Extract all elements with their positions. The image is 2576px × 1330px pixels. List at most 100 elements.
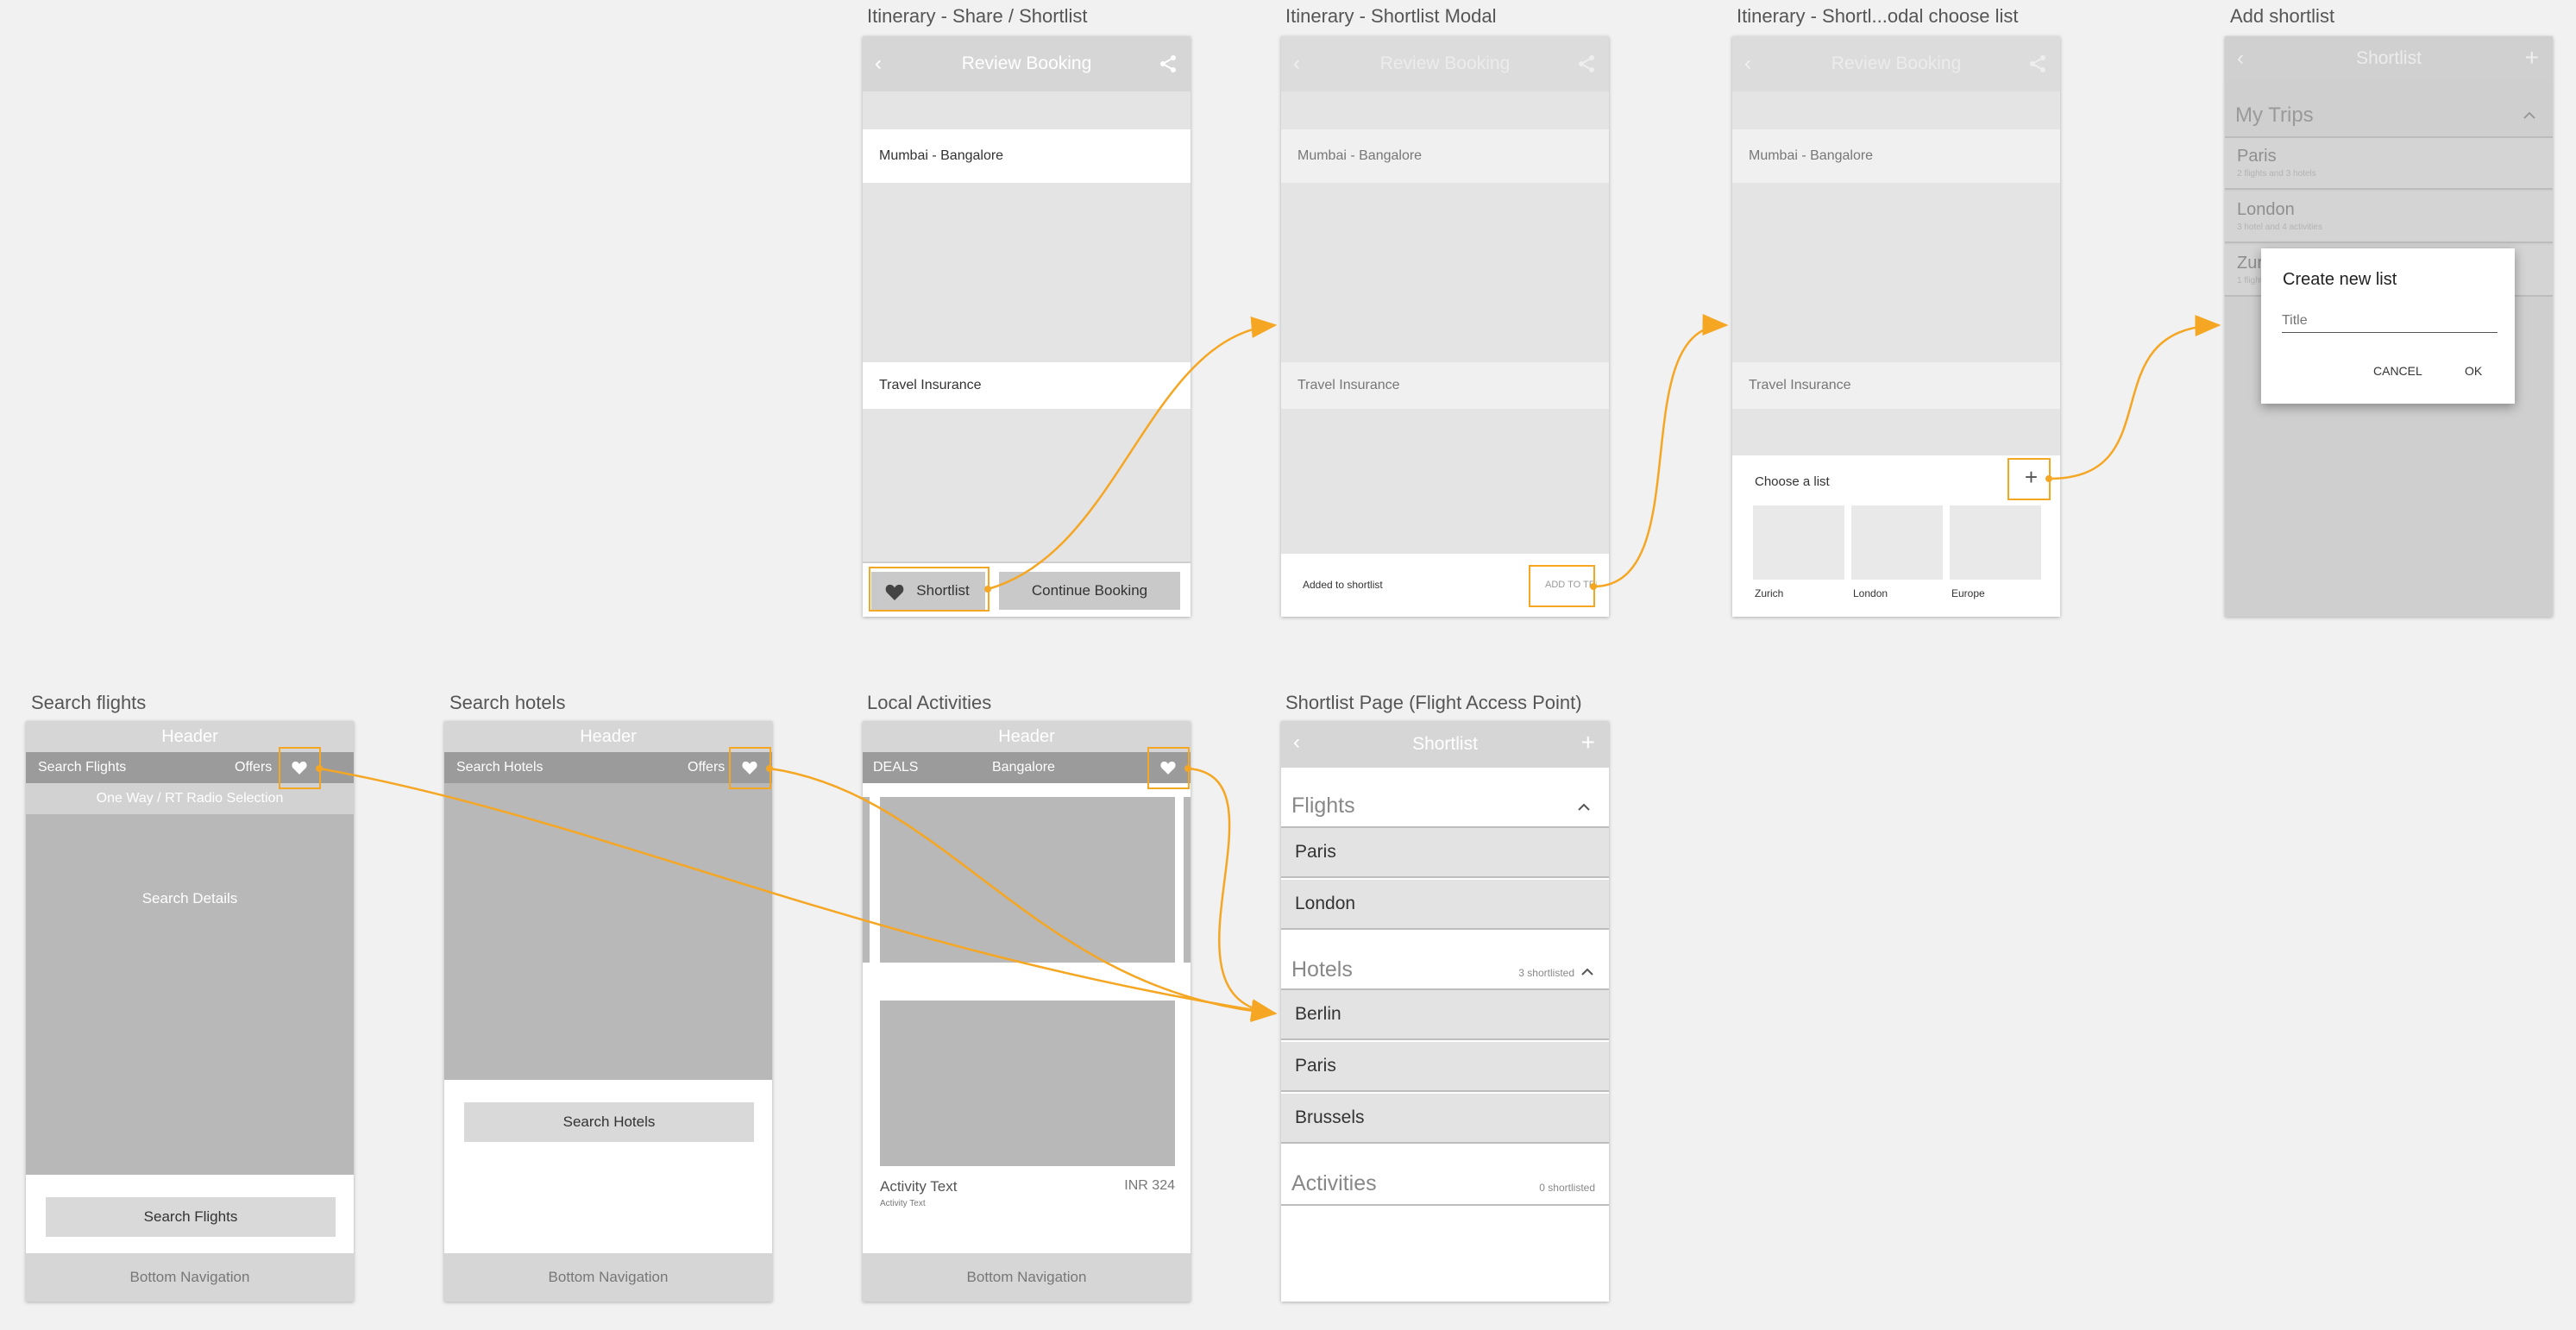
header: Header — [863, 721, 1191, 752]
section-title-flights: Flights — [1291, 794, 1355, 818]
list-item-label: Berlin — [1295, 1004, 1341, 1024]
list-item-label: Paris — [1295, 842, 1336, 862]
bottom-navigation[interactable]: Bottom Navigation — [444, 1253, 772, 1302]
highlight-add-to-trip — [1529, 565, 1595, 607]
cancel-button[interactable]: CANCEL — [2373, 364, 2422, 378]
frame-title-choose: Itinerary - Shortl...odal choose list — [1737, 5, 2019, 27]
search-hotels-button[interactable]: Search Hotels — [464, 1102, 754, 1142]
insurance-row: Travel Insurance — [863, 362, 1191, 409]
tab-deals[interactable]: DEALS — [873, 752, 918, 783]
tab-search-flights[interactable]: Search Flights — [38, 752, 126, 783]
app-bar-title: Review Booking — [961, 53, 1092, 73]
hotels-count: 3 shortlisted — [1518, 967, 1574, 979]
app-bar: ‹ Shortlist + — [1281, 721, 1609, 768]
share-icon[interactable] — [1576, 53, 1597, 74]
activity-subtitle: Activity Text — [880, 1199, 926, 1208]
list-item-label: Brussels — [1295, 1107, 1365, 1127]
choose-list-title: Choose a list — [1755, 474, 1830, 489]
activities-count: 0 shortlisted — [1539, 1182, 1595, 1194]
header: Header — [444, 721, 772, 752]
insurance-label: Travel Insurance — [1749, 378, 1851, 392]
connector-plus-to-add — [2048, 315, 2221, 480]
tab-search-hotels[interactable]: Search Hotels — [456, 752, 543, 783]
carousel-prev-card — [863, 797, 870, 963]
insurance-row: Travel Insurance — [1732, 362, 2060, 409]
highlight-heart-activities — [1147, 747, 1190, 789]
bottom-navigation[interactable]: Bottom Navigation — [26, 1253, 354, 1302]
screen-shortlist-page: ‹ Shortlist + Flights Paris London Hotel… — [1281, 721, 1609, 1302]
screen-local-activities: Header DEALS Bangalore Activity Text Act… — [863, 721, 1191, 1302]
tab-offers[interactable]: Offers — [688, 752, 725, 783]
list-thumb-london[interactable] — [1851, 505, 1943, 580]
section-title-activities: Activities — [1291, 1171, 1377, 1195]
list-thumb-zurich[interactable] — [1753, 505, 1844, 580]
chevron-up-icon[interactable] — [2523, 110, 2535, 119]
app-bar: ‹ Shortlist + — [2225, 36, 2553, 81]
activity-price: INR 324 — [1124, 1178, 1175, 1193]
tab-offers[interactable]: Offers — [235, 752, 272, 783]
app-bar: ‹ Review Booking — [863, 36, 1191, 91]
tab-bar: Search Hotels Offers — [444, 752, 772, 783]
list-item[interactable]: Paris — [1281, 828, 1609, 878]
app-bar-title: Review Booking — [1831, 53, 1962, 73]
bottom-navigation[interactable]: Bottom Navigation — [863, 1253, 1191, 1302]
app-bar-title: Shortlist — [2356, 48, 2422, 68]
carousel-next-card — [1184, 797, 1191, 963]
share-icon[interactable] — [1158, 53, 1178, 74]
screen-shortlist-modal: ‹ Review Booking Mumbai - Bangalore Trav… — [1281, 36, 1609, 617]
highlight-shortlist-button — [869, 567, 990, 612]
section-title-my-trips: My Trips — [2235, 104, 2314, 127]
search-flights-button[interactable]: Search Flights — [46, 1197, 336, 1237]
trip-item[interactable]: London 3 hotel and 4 activities — [2225, 191, 2553, 243]
frame-title-share: Itinerary - Share / Shortlist — [867, 5, 1088, 27]
chevron-up-icon[interactable] — [1578, 802, 1590, 811]
route-row: Mumbai - Bangalore — [863, 129, 1191, 183]
list-label: London — [1853, 587, 1888, 599]
continue-booking-button[interactable]: Continue Booking — [999, 572, 1180, 610]
ok-button[interactable]: OK — [2465, 364, 2482, 378]
list-item[interactable]: Paris — [1281, 1042, 1609, 1092]
snackbar-text: Added to shortlist — [1303, 579, 1383, 591]
screen-add-shortlist: ‹ Shortlist + My Trips Paris 2 flights a… — [2225, 36, 2553, 617]
app-bar-title: Shortlist — [1412, 734, 1478, 754]
list-item-label: Paris — [1295, 1056, 1336, 1076]
divider — [1281, 1204, 1609, 1206]
frame-title-flights: Search flights — [31, 692, 147, 713]
trip-detail: 1 flight — [2237, 276, 2263, 285]
title-input[interactable] — [2282, 309, 2497, 333]
frame-title-modal: Itinerary - Shortlist Modal — [1285, 5, 1497, 27]
list-label: Zurich — [1755, 587, 1784, 599]
app-bar-title: Review Booking — [1379, 53, 1511, 73]
frame-title-add: Add shortlist — [2230, 5, 2335, 27]
insurance-row: Travel Insurance — [1281, 362, 1609, 409]
list-thumb-europe[interactable] — [1950, 505, 2041, 580]
plus-icon[interactable]: + — [1581, 721, 1595, 764]
activity-image[interactable] — [880, 1001, 1175, 1166]
app-bar: ‹ Review Booking — [1281, 36, 1609, 91]
tab-bar: DEALS Bangalore — [863, 752, 1191, 783]
highlight-heart-flights — [279, 747, 321, 789]
frame-title-hotels: Search hotels — [449, 692, 566, 713]
list-item[interactable]: Berlin — [1281, 990, 1609, 1040]
list-item[interactable]: Brussels — [1281, 1094, 1609, 1144]
activity-title: Activity Text — [880, 1178, 958, 1195]
plus-icon[interactable]: + — [2525, 36, 2539, 79]
screen-choose-list: ‹ Review Booking Mumbai - Bangalore Trav… — [1732, 36, 2060, 617]
connector-activities-to-shortlist — [1187, 767, 1278, 1022]
deal-card[interactable] — [880, 797, 1175, 963]
city-label: Bangalore — [992, 760, 1055, 775]
create-list-dialog: Create new list CANCEL OK — [2261, 248, 2515, 404]
route-label: Mumbai - Bangalore — [1749, 148, 1874, 163]
insurance-label: Travel Insurance — [879, 378, 982, 392]
route-row: Mumbai - Bangalore — [1281, 129, 1609, 183]
trip-item[interactable]: Paris 2 flights and 3 hotels — [2225, 138, 2553, 190]
highlight-plus — [2007, 458, 2051, 500]
app-bar: ‹ Review Booking — [1732, 36, 2060, 91]
list-item-label: London — [1295, 894, 1356, 913]
chevron-up-icon[interactable] — [1581, 967, 1593, 976]
share-icon[interactable] — [2027, 53, 2048, 74]
trip-name: Paris — [2237, 147, 2277, 166]
insurance-label: Travel Insurance — [1297, 378, 1400, 392]
list-item[interactable]: London — [1281, 880, 1609, 930]
frame-title-activities: Local Activities — [867, 692, 992, 713]
